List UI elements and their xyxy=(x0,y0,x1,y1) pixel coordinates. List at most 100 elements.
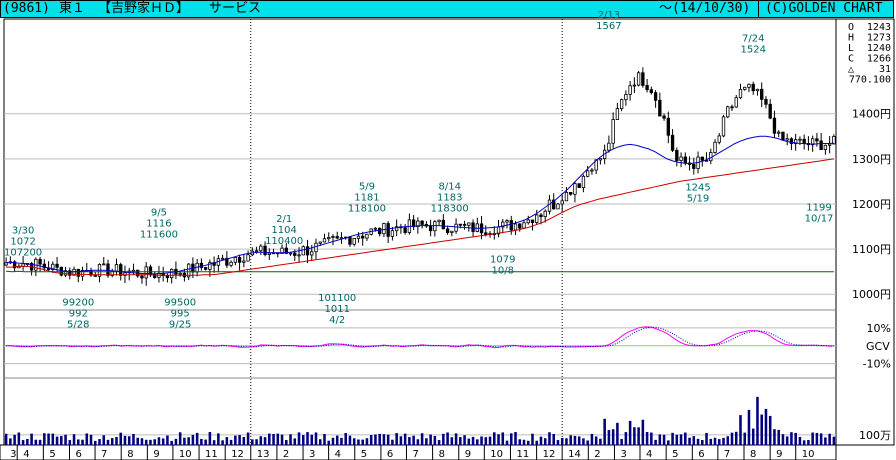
volume-bar xyxy=(166,435,169,445)
candle-up xyxy=(743,86,747,90)
volume-bar xyxy=(446,432,449,445)
candle-down xyxy=(55,263,59,268)
candle-up xyxy=(628,85,632,95)
volume-bar xyxy=(306,432,309,445)
candle-up xyxy=(314,242,318,253)
volume-bar xyxy=(382,434,386,445)
candle-down xyxy=(293,252,297,256)
price-annotation: 101100 xyxy=(318,293,356,304)
volume-bar xyxy=(526,440,530,445)
candle-down xyxy=(692,164,696,169)
volume-bar xyxy=(565,438,568,445)
volume-bar xyxy=(429,434,432,445)
volume-bar xyxy=(751,428,755,445)
volume-bar xyxy=(607,429,611,445)
x-tick-label: 9 xyxy=(465,449,471,460)
volume-bar xyxy=(340,437,343,445)
candle-up xyxy=(564,191,569,202)
candle-up xyxy=(322,238,327,243)
volume-bar xyxy=(374,434,377,445)
volume-bar xyxy=(514,432,517,445)
volume-bar xyxy=(361,439,364,445)
volume-bar xyxy=(348,435,352,445)
candle-up xyxy=(721,116,726,137)
candle-down xyxy=(662,115,666,119)
volume-bar xyxy=(110,438,114,445)
candle-up xyxy=(318,241,322,244)
x-tick-label: 3 xyxy=(309,449,315,460)
osc-tick-label: 10% xyxy=(867,322,891,335)
x-tick-label: 13 xyxy=(257,449,270,460)
candle-up xyxy=(220,257,225,260)
volume-bar xyxy=(616,422,619,445)
volume-bar xyxy=(280,434,284,445)
volume-bar xyxy=(144,439,148,445)
candle-up xyxy=(734,97,738,108)
volume-bar xyxy=(811,432,814,445)
volume-bar xyxy=(259,436,263,445)
volume-bar xyxy=(505,440,509,445)
candle-up xyxy=(505,220,509,223)
volume-bar xyxy=(98,439,101,445)
candle-down xyxy=(683,156,687,164)
volume-bar xyxy=(815,432,819,445)
volume-bar xyxy=(488,436,492,445)
volume-bar xyxy=(709,438,713,445)
x-tick-label: 14 xyxy=(568,449,581,460)
volume-bar xyxy=(238,435,241,445)
volume-bar xyxy=(467,438,471,445)
candle-down xyxy=(768,103,772,119)
candle-down xyxy=(649,89,654,94)
candle-up xyxy=(547,199,552,212)
ohlc-value: 1266 xyxy=(867,54,891,65)
candle-up xyxy=(327,237,331,240)
candle-up xyxy=(823,144,828,150)
volume-bar xyxy=(734,431,738,445)
volume-bar xyxy=(654,439,657,445)
volume-bar xyxy=(212,440,216,445)
volume-bar xyxy=(221,440,224,445)
price-annotation: 9/25 xyxy=(169,319,191,330)
x-tick-label: 8 xyxy=(439,449,445,460)
volume-bar xyxy=(522,439,526,445)
candle-up xyxy=(785,138,789,141)
price-annotation: 107200 xyxy=(4,247,42,258)
volume-bar xyxy=(106,439,110,445)
volume-bar xyxy=(433,436,437,445)
volume-bar xyxy=(38,439,42,445)
x-tick-label: 8 xyxy=(127,449,133,460)
volume-bar xyxy=(684,432,687,445)
volume-bar xyxy=(255,439,258,445)
x-tick-label: 6 xyxy=(698,449,704,460)
volume-bar xyxy=(484,437,488,445)
volume-bar xyxy=(471,436,475,445)
volume-bar xyxy=(781,434,785,445)
candle-up xyxy=(607,142,611,151)
price-annotation: 1079 xyxy=(490,255,515,266)
volume-bar xyxy=(378,433,381,445)
volume-bar xyxy=(64,434,67,445)
candle-down xyxy=(93,274,97,277)
volume-bar xyxy=(30,433,33,445)
volume-bar xyxy=(819,433,823,445)
candle-down xyxy=(751,83,755,92)
volume-bar xyxy=(645,431,649,445)
price-annotation: 1183 xyxy=(437,193,462,204)
price-annotation: 1072 xyxy=(10,236,35,247)
x-tick-label: 4 xyxy=(646,449,652,460)
candle-up xyxy=(433,221,437,232)
price-annotation: 1524 xyxy=(740,45,765,56)
x-tick-label: 2 xyxy=(283,449,289,460)
candle-down xyxy=(203,267,208,270)
volume-bar xyxy=(705,432,708,445)
candle-up xyxy=(331,236,335,238)
volume-bar xyxy=(675,434,679,445)
volume-bar xyxy=(51,433,55,445)
volume-bar xyxy=(323,434,326,445)
candle-down xyxy=(263,245,267,256)
price-annotation: 995 xyxy=(171,308,190,319)
candle-down xyxy=(76,268,80,277)
candle-down xyxy=(445,228,450,233)
candle-up xyxy=(535,214,539,223)
x-tick-label: 7 xyxy=(724,449,730,460)
